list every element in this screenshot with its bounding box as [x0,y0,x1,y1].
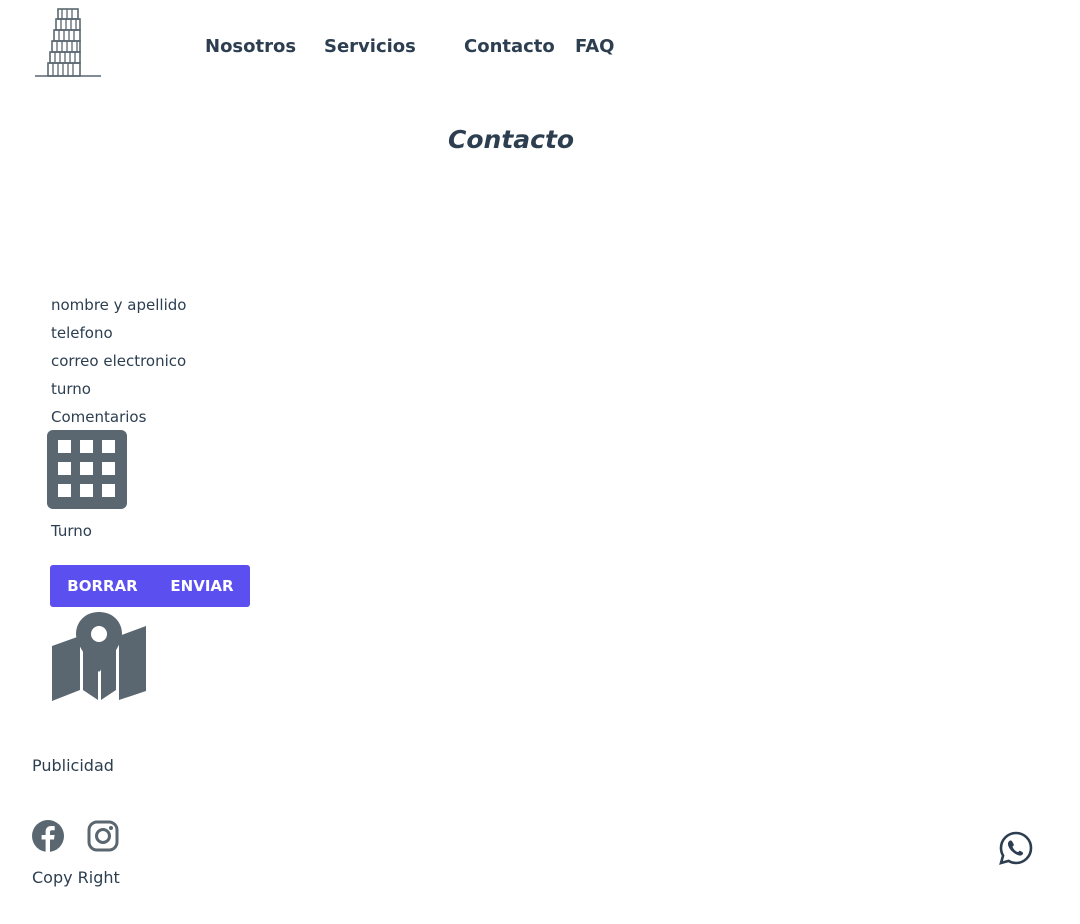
phone-field-label[interactable]: telefono [51,323,113,343]
facebook-icon[interactable] [32,820,64,852]
submit-button[interactable]: ENVIAR [154,565,250,607]
nav-link-contacto[interactable]: Contacto [464,34,555,60]
whatsapp-icon[interactable] [999,831,1033,865]
title-dot [558,142,560,144]
nav-link-servicios[interactable]: Servicios [324,34,416,60]
map-pin-icon[interactable] [52,612,147,702]
reset-button[interactable]: BORRAR [50,565,155,607]
comments-field-label[interactable]: Comentarios [51,407,146,427]
calendar-grid-icon[interactable] [47,430,127,509]
copyright-text: Copy Right [32,868,120,887]
publicidad-link[interactable]: Publicidad [32,755,114,777]
shift-field-label[interactable]: turno [51,379,91,399]
page-title: Contacto [448,125,575,154]
nav-link-nosotros[interactable]: Nosotros [205,34,296,60]
name-field-label[interactable]: nombre y apellido [51,295,186,315]
email-field-label[interactable]: correo electronico [51,351,186,371]
instagram-icon[interactable] [87,820,119,852]
nav-link-faq[interactable]: FAQ [575,34,614,60]
turno-grid-label[interactable]: Turno [51,521,92,541]
logo-leaning-tower-icon[interactable] [34,4,102,78]
